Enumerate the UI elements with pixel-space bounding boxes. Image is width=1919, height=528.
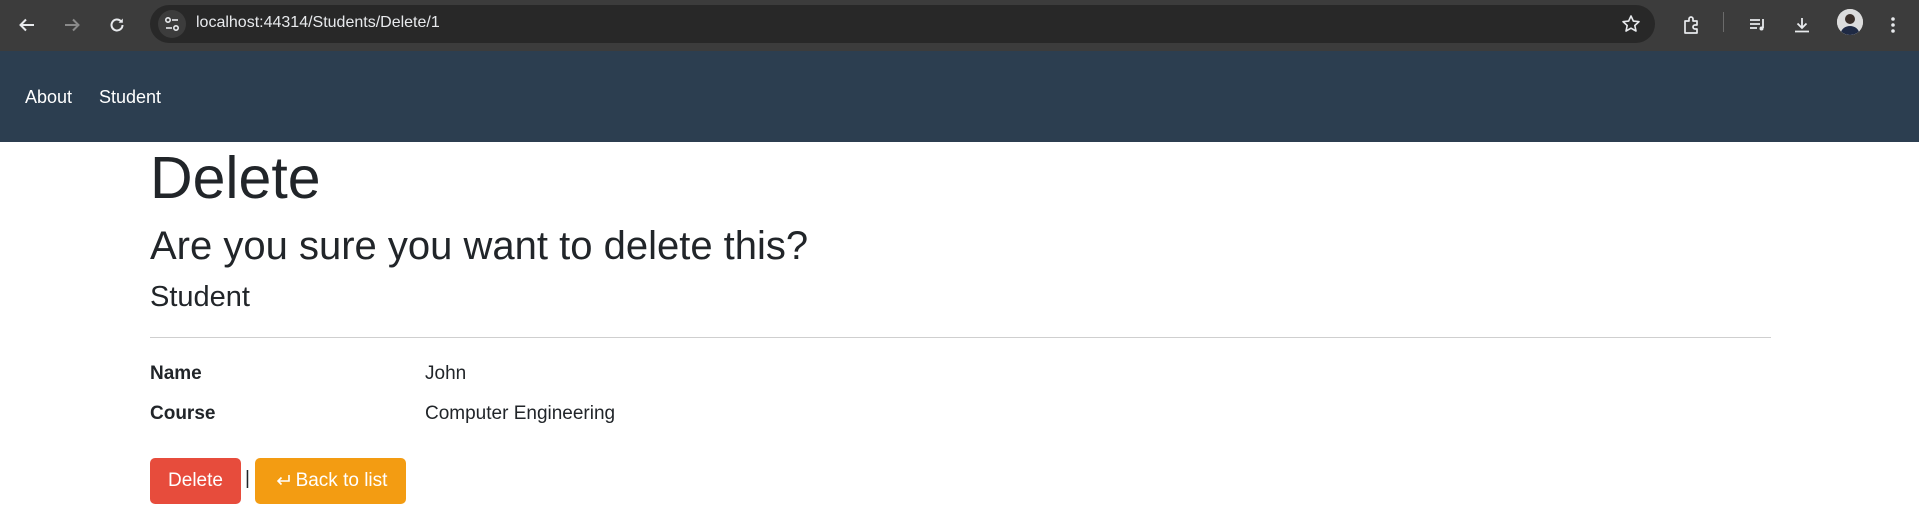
back-to-list-label: Back to list <box>295 470 388 491</box>
nav-link-student[interactable]: Student <box>99 87 161 108</box>
action-separator: | <box>245 468 250 489</box>
entity-heading: Student <box>150 281 250 313</box>
site-settings-icon[interactable] <box>158 10 186 38</box>
back-to-list-button[interactable]: Back to list <box>255 458 406 504</box>
browser-toolbar: localhost:44314/Students/Delete/1 <box>0 0 1919 51</box>
course-value: Computer Engineering <box>425 403 616 424</box>
profile-avatar[interactable] <box>1837 9 1863 35</box>
course-label: Course <box>150 403 216 424</box>
address-bar[interactable]: localhost:44314/Students/Delete/1 <box>150 5 1655 43</box>
delete-button[interactable]: Delete <box>150 458 241 504</box>
forward-icon[interactable] <box>57 10 87 40</box>
page-title: Delete <box>150 145 321 211</box>
menu-kebab-icon[interactable] <box>1878 10 1908 40</box>
name-value: John <box>425 363 467 384</box>
download-icon[interactable] <box>1787 10 1817 40</box>
extensions-icon[interactable] <box>1677 10 1707 40</box>
toolbar-separator <box>1723 12 1724 32</box>
reload-icon[interactable] <box>102 10 132 40</box>
name-label: Name <box>150 363 202 384</box>
confirmation-question: Are you sure you want to delete this? <box>150 224 809 268</box>
url-text: localhost:44314/Students/Delete/1 <box>196 14 440 31</box>
divider <box>150 337 1771 338</box>
nav-link-about[interactable]: About <box>25 87 72 108</box>
app-navbar: About Student <box>0 51 1919 142</box>
bookmark-star-icon[interactable] <box>1619 12 1643 36</box>
reading-list-icon[interactable] <box>1743 10 1773 40</box>
return-arrow-icon <box>274 473 292 489</box>
back-icon[interactable] <box>12 10 42 40</box>
delete-button-label: Delete <box>168 470 223 491</box>
